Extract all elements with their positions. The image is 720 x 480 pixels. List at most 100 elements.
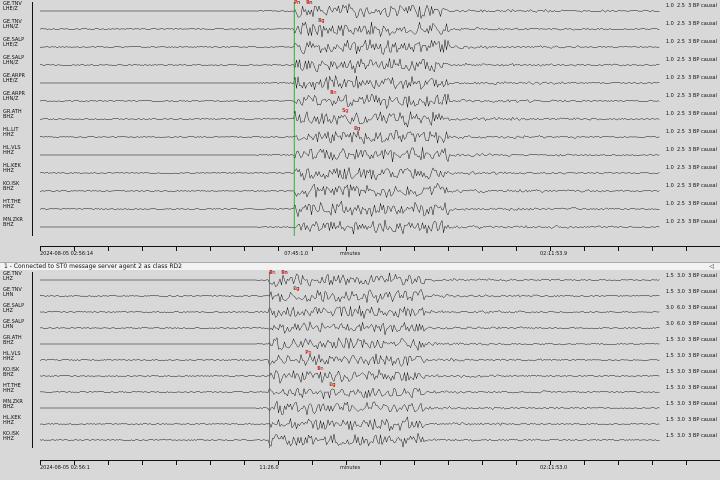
waveform-path xyxy=(40,167,660,182)
filter-scale-label: 1.5 3.0 3 BP causal xyxy=(665,273,717,279)
axis-tick xyxy=(108,247,109,251)
seismogram-trace[interactable] xyxy=(40,110,660,128)
seismogram-trace[interactable] xyxy=(40,182,660,200)
seismogram-trace[interactable] xyxy=(40,288,660,304)
seismogram-trace[interactable] xyxy=(40,416,660,432)
seismogram-trace[interactable] xyxy=(40,272,660,288)
seismogram-trace[interactable] xyxy=(40,128,660,146)
trace-row[interactable]: MN.ZKR BHZ 1.0 2.5 3 BP causal xyxy=(0,218,720,236)
filter-scale-label: 1.0 2.5 3 BP causal xyxy=(665,21,717,27)
phase-pick-label[interactable]: Lg xyxy=(293,287,299,292)
phase-pick-label[interactable]: Sn xyxy=(306,1,312,6)
seismogram-trace[interactable] xyxy=(40,146,660,164)
station-label: KO.ISK BHZ xyxy=(3,181,20,192)
station-label: HL.LIT HHZ xyxy=(3,127,19,138)
waveform-path xyxy=(40,352,660,367)
waveform-path xyxy=(40,321,660,335)
axis-tick xyxy=(686,461,687,465)
trace-row[interactable]: GE.TNV LHN 1.5 3.0 3 BP causal xyxy=(0,288,720,304)
seismogram-trace[interactable] xyxy=(40,200,660,218)
station-label: GE.SALP LHN xyxy=(3,319,25,330)
filter-scale-label: 3.0 6.0 3 BP causal xyxy=(665,321,717,327)
waveform-path xyxy=(40,369,660,384)
trace-row[interactable]: HL.VLS HHZ 1.5 3.0 3 BP causal xyxy=(0,352,720,368)
station-label: MN.ZKR BHZ xyxy=(3,217,23,228)
filter-scale-label: 1.0 2.5 3 BP causal xyxy=(665,3,717,9)
axis-tick xyxy=(380,247,381,251)
phase-pick-label[interactable]: S xyxy=(317,367,320,372)
trace-row[interactable]: HL.VLS HHZ 1.0 2.5 3 BP causal xyxy=(0,146,720,164)
trace-row[interactable]: KO.ISK HHZ 1.5 3.0 3 BP causal xyxy=(0,432,720,448)
filter-scale-label: 1.5 3.0 3 BP causal xyxy=(665,369,717,375)
top-trace-panel[interactable]: GE.TNV LHE/Z 1.0 2.5 3 BP causal GE.TNV LH… xyxy=(0,0,720,262)
trace-row[interactable]: GE.TNV LHZ 1.5 3.0 3 BP causal xyxy=(0,272,720,288)
trace-row[interactable]: HT.THE HHZ 1.0 2.5 3 BP causal xyxy=(0,200,720,218)
trace-row[interactable]: GE.ARPR LHN/Z 1.0 2.5 3 BP causal xyxy=(0,92,720,110)
trace-row[interactable]: KO.ISK BHZ 1.5 3.0 3 BP causal xyxy=(0,368,720,384)
filter-scale-label: 1.0 2.5 3 BP causal xyxy=(665,75,717,81)
seismogram-trace[interactable] xyxy=(40,218,660,236)
waveform-path xyxy=(40,129,660,145)
seismogram-trace[interactable] xyxy=(40,432,660,448)
trace-row[interactable]: GR.ATH BHZ 1.5 3.0 3 BP causal xyxy=(0,336,720,352)
trace-row[interactable]: KO.ISK BHZ 1.0 2.5 3 BP causal xyxy=(0,182,720,200)
waveform-path xyxy=(40,147,660,163)
trace-row[interactable]: HL.KEK HHZ 1.5 3.0 3 BP causal xyxy=(0,416,720,432)
trace-row[interactable]: HL.KEK HHZ 1.0 2.5 3 BP causal xyxy=(0,164,720,182)
bottom-trace-panel[interactable]: GE.TNV LHZ 1.5 3.0 3 BP causal GE.TNV LHN 1… xyxy=(0,270,720,480)
axis-tick xyxy=(210,247,211,251)
seismogram-trace[interactable] xyxy=(40,368,660,384)
phase-pick-label[interactable]: Sn xyxy=(281,271,287,276)
waveform-path xyxy=(40,3,660,20)
waveform-path xyxy=(40,336,660,352)
seismogram-trace[interactable] xyxy=(40,92,660,110)
phase-pick-label[interactable]: Lg xyxy=(329,383,335,388)
phase-pick-label[interactable]: S xyxy=(342,109,345,114)
filter-scale-label: 1.0 2.5 3 BP causal xyxy=(665,147,717,153)
axis-tick xyxy=(618,247,619,251)
seismogram-trace[interactable] xyxy=(40,38,660,56)
station-label: GE.TNV LHN xyxy=(3,287,22,298)
axis-tick xyxy=(618,461,619,465)
filter-scale-label: 1.5 3.0 3 BP causal xyxy=(665,433,717,439)
trace-row[interactable]: GE.TNV LHE/Z 1.0 2.5 3 BP causal xyxy=(0,2,720,20)
filter-scale-label: 1.0 2.5 3 BP causal xyxy=(665,39,717,45)
seismogram-trace[interactable] xyxy=(40,2,660,20)
trace-row[interactable]: GE.SALP LHN 3.0 6.0 3 BP causal xyxy=(0,320,720,336)
phase-pick-label[interactable]: P xyxy=(269,271,272,276)
trace-row[interactable]: GE.SALP LHE/Z 1.0 2.5 3 BP causal xyxy=(0,38,720,56)
phase-pick-label[interactable]: Lg xyxy=(354,127,360,132)
seismogram-trace[interactable] xyxy=(40,164,660,182)
trace-row[interactable]: GE.SALP LHN/Z 1.0 2.5 3 BP causal xyxy=(0,56,720,74)
seismogram-trace[interactable] xyxy=(40,384,660,400)
station-label: KO.ISK HHZ xyxy=(3,431,20,442)
trace-row[interactable]: GR.ATH BHZ 1.0 2.5 3 BP causal xyxy=(0,110,720,128)
seismogram-trace[interactable] xyxy=(40,320,660,336)
phase-pick-label[interactable]: P xyxy=(305,351,308,356)
filter-scale-label: 1.5 3.0 3 BP causal xyxy=(665,337,717,343)
filter-scale-label: 1.0 2.5 3 BP causal xyxy=(665,219,717,225)
seismogram-trace[interactable] xyxy=(40,336,660,352)
axis-tick xyxy=(584,461,585,465)
seismogram-trace[interactable] xyxy=(40,352,660,368)
phase-pick-label[interactable]: Pn xyxy=(294,1,300,6)
seismogram-trace[interactable] xyxy=(40,304,660,320)
seismogram-trace[interactable] xyxy=(40,400,660,416)
trace-row[interactable]: GE.SALP LHZ 3.0 6.0 3 BP causal xyxy=(0,304,720,320)
trace-row[interactable]: GE.TNV LHN/Z 1.0 2.5 3 BP causal xyxy=(0,20,720,38)
trace-row[interactable]: MN.ZKR BHZ 1.5 3.0 3 BP causal xyxy=(0,400,720,416)
phase-pick-label[interactable]: Sg xyxy=(318,19,324,24)
trace-row[interactable]: GE.ARPR LHE/Z 1.0 2.5 3 BP causal xyxy=(0,74,720,92)
axis-tick xyxy=(142,461,143,465)
trace-row[interactable]: HT.THE HHZ 1.5 3.0 3 BP causal xyxy=(0,384,720,400)
seismogram-trace[interactable] xyxy=(40,20,660,38)
phase-pick-label[interactable]: P xyxy=(330,91,333,96)
axis-end-time: 02:11:53.0 xyxy=(540,465,568,471)
waveform-path xyxy=(40,93,660,110)
seismogram-trace[interactable] xyxy=(40,56,660,74)
time-axis: 2024-08-05 02:56:1 11:26.0 minutes 02:11:53… xyxy=(40,460,720,475)
seismogram-trace[interactable] xyxy=(40,74,660,92)
station-label: HT.THE HHZ xyxy=(3,199,21,210)
station-label: HT.THE HHZ xyxy=(3,383,21,394)
filter-scale-label: 1.5 3.0 3 BP causal xyxy=(665,385,717,391)
